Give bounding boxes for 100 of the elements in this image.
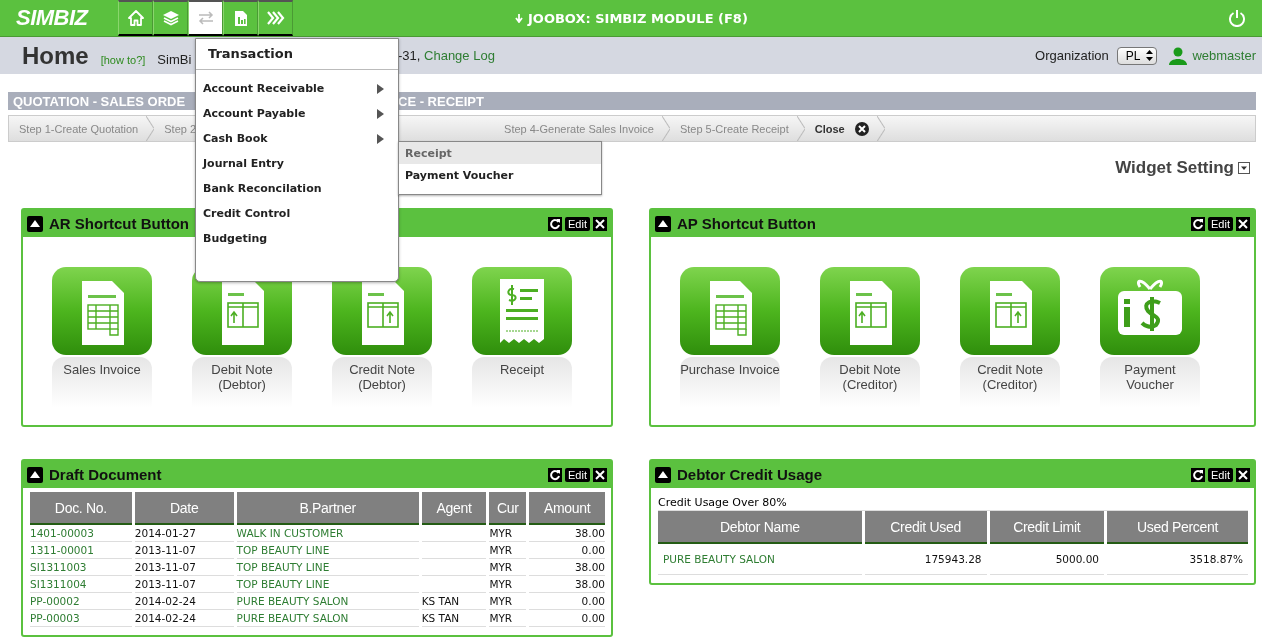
table-cell: 38.00 <box>529 576 605 593</box>
table-cell: 38.00 <box>529 525 605 542</box>
edit-button[interactable]: Edit <box>1208 467 1233 482</box>
spinner-icon <box>1146 50 1154 61</box>
edit-button[interactable]: Edit <box>565 216 590 231</box>
document-icon[interactable] <box>680 267 780 355</box>
table-link[interactable]: TOP BEAUTY LINE <box>236 542 419 559</box>
column-header: Agent <box>421 492 487 525</box>
column-header: Credit Used <box>864 511 987 544</box>
organization-select[interactable]: PL <box>1116 46 1158 65</box>
shortcut-label[interactable]: Receipt <box>499 357 545 407</box>
close-icon[interactable] <box>1236 216 1250 231</box>
info-text: SimBi <box>157 51 192 67</box>
close-icon[interactable] <box>593 467 607 482</box>
table-link[interactable]: TOP BEAUTY LINE <box>236 559 419 576</box>
menu-item[interactable]: Bank Reconcilation <box>196 176 398 201</box>
shortcut-label[interactable]: Purchase Invoice <box>680 357 780 407</box>
submenu-arrow-icon <box>377 83 384 94</box>
collapse-icon[interactable] <box>27 466 43 483</box>
user-link[interactable]: webmaster <box>1192 48 1256 63</box>
close-icon[interactable] <box>1236 467 1250 482</box>
collapse-icon[interactable] <box>655 215 671 232</box>
submenu-arrow-icon <box>377 133 384 144</box>
menu-item[interactable]: Budgeting <box>196 226 398 251</box>
menu-item[interactable]: Credit Control <box>196 201 398 226</box>
table-link[interactable]: PURE BEAUTY SALON <box>236 593 419 610</box>
dropdown-icon[interactable] <box>1238 162 1250 174</box>
home-icon <box>127 10 144 26</box>
document-icon[interactable] <box>960 267 1060 355</box>
table-cell: MYR <box>489 559 527 576</box>
table-cell: 2014-01-27 <box>134 525 234 542</box>
collapse-icon[interactable] <box>655 466 671 483</box>
refresh-icon[interactable] <box>1191 467 1206 482</box>
column-header: Amount <box>529 492 605 525</box>
widget-title: AP Shortcut Button <box>677 215 816 232</box>
change-log-link[interactable]: Change Log <box>424 48 495 63</box>
menu-item[interactable]: Receipt <box>399 142 601 164</box>
edit-button[interactable]: Edit <box>565 467 590 482</box>
shortcut-label[interactable]: Sales Invoice <box>63 357 141 407</box>
column-header: Cur <box>489 492 527 525</box>
report-icon <box>233 9 248 27</box>
transfer-icon <box>196 11 215 25</box>
table-cell: 2013-11-07 <box>134 559 234 576</box>
menu-item[interactable]: Payment Voucher <box>399 164 601 186</box>
document-icon[interactable] <box>820 267 920 355</box>
close-icon[interactable] <box>593 216 607 231</box>
receipt-icon[interactable] <box>472 267 572 355</box>
chevrons-icon <box>266 11 285 25</box>
column-header: B.Partner <box>236 492 419 525</box>
document-icon[interactable] <box>52 267 152 355</box>
table-cell: MYR <box>489 542 527 559</box>
widget-setting-label[interactable]: Widget Setting <box>1115 158 1234 178</box>
table-link[interactable]: PP-00003 <box>30 610 132 627</box>
table-cell: 0.00 <box>529 610 605 627</box>
table-link[interactable]: 1401-00003 <box>30 525 132 542</box>
logo: SIMBIZ <box>15 5 90 31</box>
table-cell: KS TAN <box>421 610 487 627</box>
user-icon <box>1169 46 1188 65</box>
table-link[interactable]: SI1311004 <box>30 576 132 593</box>
banner-text: CE - RECEIPT <box>398 93 485 109</box>
column-header: Date <box>134 492 234 525</box>
nav-button[interactable] <box>188 0 223 36</box>
table-cell: MYR <box>489 525 527 542</box>
banner-text: QUOTATION - SALES ORDE <box>13 93 187 109</box>
info-text: -31, Change Log <box>398 48 495 63</box>
table-link[interactable]: PP-00002 <box>30 593 132 610</box>
table-cell: MYR <box>489 610 527 627</box>
table-link[interactable]: 1311-00001 <box>30 542 132 559</box>
shortcut-label[interactable]: Credit Note (Creditor) <box>960 357 1060 407</box>
nav-button[interactable] <box>223 0 258 36</box>
collapse-icon[interactable] <box>27 215 43 232</box>
table-cell: 2014-02-24 <box>134 610 234 627</box>
shortcut-label[interactable]: Credit Note (Debtor) <box>332 357 432 407</box>
organization-label: Organization <box>1035 48 1109 63</box>
table-cell: 5000.00 <box>989 544 1105 575</box>
table-cell: 3518.87% <box>1107 544 1248 575</box>
table-link[interactable]: PURE BEAUTY SALON <box>658 544 862 575</box>
table-link[interactable]: SI1311003 <box>30 559 132 576</box>
shortcut-label[interactable]: Debit Note (Debtor) <box>192 357 292 407</box>
gift-card-icon[interactable] <box>1100 267 1200 355</box>
table-link[interactable]: TOP BEAUTY LINE <box>236 576 419 593</box>
edit-button[interactable]: Edit <box>1208 216 1233 231</box>
menu-item[interactable]: Account Payable <box>196 101 398 126</box>
refresh-icon[interactable] <box>548 467 563 482</box>
menu-item[interactable]: Cash Book <box>196 126 398 151</box>
table-link[interactable]: PURE BEAUTY SALON <box>236 610 419 627</box>
menu-item[interactable]: Journal Entry <box>196 151 398 176</box>
table-cell: 2014-02-24 <box>134 593 234 610</box>
table-cell: 0.00 <box>529 542 605 559</box>
refresh-icon[interactable] <box>548 216 563 231</box>
menu-title: Transaction <box>196 39 398 70</box>
menu-item[interactable]: Account Receivable <box>196 76 398 101</box>
refresh-icon[interactable] <box>1191 216 1206 231</box>
table-cell: KS TAN <box>421 593 487 610</box>
submenu-arrow-icon <box>377 108 384 119</box>
app-title: JOOBOX: SIMBIZ MODULE (F8) <box>528 10 748 26</box>
shortcut-label[interactable]: Payment Voucher <box>1100 357 1200 407</box>
column-header: Credit Limit <box>989 511 1105 544</box>
shortcut-label[interactable]: Debit Note (Creditor) <box>820 357 920 407</box>
table-link[interactable]: WALK IN CUSTOMER <box>236 525 419 542</box>
